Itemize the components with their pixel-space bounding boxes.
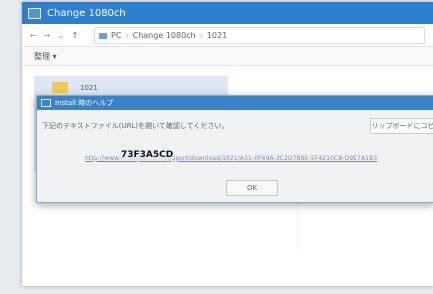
back-arrow-icon[interactable]: ← xyxy=(26,31,40,40)
navigation-bar: ← → ⌄ ↑ PC › Change 1080ch › 1021 xyxy=(22,24,433,47)
breadcrumb-pc[interactable]: PC xyxy=(111,31,121,40)
breadcrumb-separator: › xyxy=(125,31,129,40)
forward-arrow-icon[interactable]: → xyxy=(40,31,54,40)
dialog-app-icon xyxy=(41,99,51,107)
explorer-app-icon xyxy=(28,7,41,19)
dialog-titlebar: Install 時のヘルプ xyxy=(37,96,433,110)
folder-list-item[interactable]: 1021 xyxy=(52,82,98,93)
window-titlebar: Change 1080ch xyxy=(22,2,433,24)
command-toolbar: 整理 ▾ xyxy=(22,47,433,66)
folder-icon xyxy=(52,82,68,93)
copy-to-clipboard-button[interactable]: クリップボードにコピー xyxy=(370,118,433,134)
address-bar[interactable]: PC › Change 1080ch › 1021 xyxy=(94,27,425,44)
breadcrumb-separator: › xyxy=(199,31,203,40)
help-dialog: Install 時のヘルプ 下記のテキストファイル(URL)を開いて確認してくだ… xyxy=(36,95,433,203)
up-arrow-icon[interactable]: ↑ xyxy=(68,31,82,40)
breadcrumb-change[interactable]: Change 1080ch xyxy=(133,31,196,40)
window-title: Change 1080ch xyxy=(47,7,126,19)
desktop-background: Change 1080ch ← → ⌄ ↑ PC › Change 1080ch… xyxy=(0,0,433,294)
breadcrumb-folder[interactable]: 1021 xyxy=(207,31,227,40)
folder-name: 1021 xyxy=(80,83,98,92)
organize-menu[interactable]: 整理 ▾ xyxy=(34,51,57,62)
dialog-message: 下記のテキストファイル(URL)を開いて確認してください。 xyxy=(42,122,229,130)
dialog-title: Install 時のヘルプ xyxy=(55,99,114,107)
recent-locations-icon[interactable]: ⌄ xyxy=(54,31,68,40)
this-pc-icon xyxy=(99,32,107,39)
link-code-label: 73F3A5CD xyxy=(121,150,174,160)
ok-button[interactable]: OK xyxy=(226,180,278,196)
